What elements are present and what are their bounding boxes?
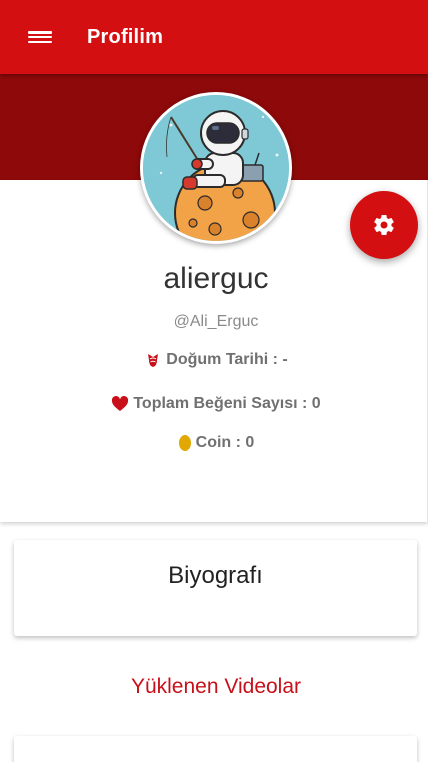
profile-name: alierguc [163, 262, 269, 295]
page-title: Profilim [87, 25, 164, 48]
total-likes-label: Toplam Beğeni Sayısı : 0 [133, 395, 321, 412]
settings-button[interactable] [350, 191, 418, 259]
bio-card: Biyografı [14, 540, 417, 636]
birth-date-row: Doğum Tarihi : - [0, 351, 428, 369]
coin-row: Coin : 0 [0, 434, 428, 452]
app-bar: Profilim [0, 0, 428, 74]
rose-icon [148, 354, 159, 367]
video-card[interactable] [14, 736, 417, 762]
avatar[interactable] [140, 92, 292, 244]
heart-icon [112, 396, 129, 411]
birth-date-label: Doğum Tarihi : - [166, 351, 288, 368]
total-likes-row: Toplam Beğeni Sayısı : 0 [0, 395, 428, 413]
profile-handle: @Ali_Erguc [173, 313, 259, 330]
bio-title: Biyografı [168, 562, 263, 589]
menu-icon[interactable] [28, 28, 52, 46]
astronaut-avatar-image [143, 95, 289, 241]
uploaded-videos-title: Yüklenen Videolar [130, 675, 302, 698]
coin-icon [178, 435, 191, 451]
coin-label: Coin : 0 [195, 434, 255, 451]
gear-icon [374, 214, 394, 235]
